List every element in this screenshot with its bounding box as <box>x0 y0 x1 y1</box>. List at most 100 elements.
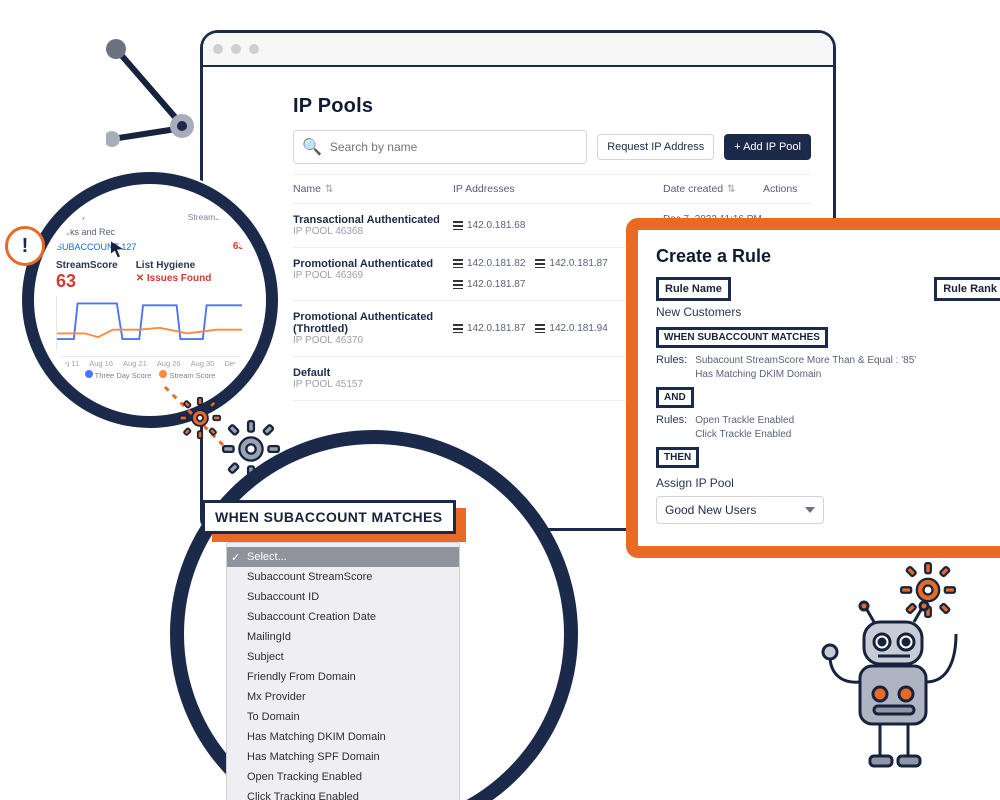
col-label: IP Addresses <box>453 183 515 195</box>
search-input[interactable] <box>328 139 578 155</box>
tick: Aug 11 <box>56 359 79 368</box>
dropdown-option[interactable]: Subaccount ID <box>227 587 459 607</box>
col-ip: IP Addresses <box>453 183 663 195</box>
subaccount-matches-label: WHEN SUBACCOUNT MATCHES <box>202 500 456 534</box>
col-label: Actions <box>763 183 797 195</box>
rule-values: New Customers 2 <box>656 305 1000 319</box>
dropdown-option[interactable]: Subaccount StreamScore <box>227 567 459 587</box>
rule-header-row: Rule Name Rule Rank <box>656 277 1000 301</box>
ip-text: 142.0.181.68 <box>467 220 525 231</box>
create-rule-panel: Create a Rule Rule Name Rule Rank New Cu… <box>626 218 1000 558</box>
server-icon <box>453 259 463 268</box>
row-name[interactable]: Default IP POOL 45157 <box>293 367 453 390</box>
when-chip: WHEN SUBACCOUNT MATCHES <box>656 327 828 348</box>
col-actions: Actions <box>763 183 813 195</box>
dropdown-option[interactable]: Select... <box>227 547 459 567</box>
add-ip-pool-button[interactable]: + Add IP Pool <box>724 134 811 160</box>
tick: Dec 1 <box>224 359 244 368</box>
rules-text: Open Trackle Enabled Click Trackle Enabl… <box>695 414 794 441</box>
mini-row: SUBACCOUNT 127 63 <box>56 241 244 252</box>
request-ip-button[interactable]: Request IP Address <box>597 134 714 160</box>
window-dot <box>249 44 259 54</box>
chevron-down-icon <box>805 507 815 513</box>
ip-text: 142.0.181.87 <box>549 258 607 269</box>
col-label: Date created <box>663 183 723 195</box>
mini-col: Name ▾ <box>56 212 85 223</box>
search[interactable]: 🔍 <box>293 130 587 164</box>
tick: Aug 21 <box>123 359 147 368</box>
x-icon: ✕ <box>136 273 144 284</box>
row-subtitle: IP POOL 46369 <box>293 270 453 281</box>
sort-icon: ⇅ <box>727 184 735 195</box>
and-chip: AND <box>656 387 694 408</box>
score-title: List Hygiene <box>136 260 212 271</box>
ip-text: 142.0.181.94 <box>549 323 607 334</box>
toolbar: 🔍 Request IP Address + Add IP Pool <box>293 130 811 164</box>
mini-col: StreamScore ▾ <box>188 212 244 223</box>
rules-block-1: Rules: Subacount StreamScore More Than &… <box>656 354 1000 381</box>
issues-text: Issues Found <box>147 273 211 284</box>
rule-line: Click Trackle Enabled <box>695 428 794 442</box>
rule-rank-chip: Rule Rank <box>934 277 1000 301</box>
dropdown-option[interactable]: To Domain <box>227 707 459 727</box>
mini-chart <box>56 296 244 357</box>
dropdown-option[interactable]: Has Matching SPF Domain <box>227 747 459 767</box>
page-title: IP Pools <box>293 95 811 118</box>
dropdown-option[interactable]: Subject <box>227 647 459 667</box>
tick: Aug 16 <box>89 359 113 368</box>
rule-name-chip: Rule Name <box>656 277 731 301</box>
mini-row: Parks and Rec <box>56 227 244 237</box>
analytics-lens: Name ▾ StreamScore ▾ Parks and Rec SUBAC… <box>22 172 278 428</box>
mini-header: Name ▾ StreamScore ▾ <box>56 212 244 223</box>
server-icon <box>453 221 463 230</box>
mini-label: Parks and Rec <box>56 227 115 237</box>
row-name[interactable]: Promotional Authenticated IP POOL 46369 <box>293 258 453 290</box>
streamscore: StreamScore 63 <box>56 260 118 292</box>
connector-dashes <box>160 382 230 452</box>
dropdown-option[interactable]: MailingId <box>227 627 459 647</box>
row-subtitle: IP POOL 46370 <box>293 335 453 346</box>
dropdown-option[interactable]: Has Matching DKIM Domain <box>227 727 459 747</box>
dropdown-option[interactable]: Friendly From Domain <box>227 667 459 687</box>
window-dot <box>231 44 241 54</box>
col-label: Name <box>293 183 321 195</box>
rule-title: Create a Rule <box>656 246 1000 267</box>
sort-icon: ⇅ <box>325 184 333 195</box>
dropdown-option[interactable]: Subaccount Creation Date <box>227 607 459 627</box>
dropdown-option[interactable]: Click Tracking Enabled <box>227 787 459 800</box>
dropdown-option[interactable]: Open Tracking Enabled <box>227 767 459 787</box>
legend-label: Three Day Score <box>95 371 152 380</box>
server-icon <box>453 324 463 333</box>
row-name[interactable]: Transactional Authenticated IP POOL 4636… <box>293 214 453 237</box>
table-header: Name ⇅ IP Addresses Date created ⇅ Actions <box>293 174 811 204</box>
row-name[interactable]: Promotional Authenticated (Throttled) IP… <box>293 311 453 346</box>
rule-line: Has Matching DKIM Domain <box>695 368 916 382</box>
row-title: Promotional Authenticated (Throttled) <box>293 311 453 335</box>
robot-illustration <box>808 586 978 786</box>
score-block: StreamScore 63 List Hygiene ✕ Issues Fou… <box>56 260 244 292</box>
alert-badge: ! <box>5 226 45 266</box>
tick: Aug 26 <box>157 359 181 368</box>
rules-text: Subacount StreamScore More Than & Equal … <box>695 354 916 381</box>
subaccount-matches-dropdown[interactable]: Select... Subaccount StreamScore Subacco… <box>226 542 460 800</box>
row-subtitle: IP POOL 46368 <box>293 226 453 237</box>
chart-legend: Three Day Score Stream Score <box>56 370 244 380</box>
ip-tag: 142.0.181.82 <box>453 258 525 269</box>
rule-line: Subacount StreamScore More Than & Equal … <box>695 354 916 368</box>
tick: Aug 30 <box>191 359 215 368</box>
rule-name-value: New Customers <box>656 305 741 319</box>
col-name[interactable]: Name ⇅ <box>293 183 453 195</box>
ip-tag: 142.0.181.87 <box>535 258 607 269</box>
ip-tag: 142.0.181.94 <box>535 311 607 346</box>
legend-swatch <box>159 370 167 378</box>
legend-label: Stream Score <box>169 371 215 380</box>
ip-pool-select[interactable]: Good New Users <box>656 496 824 524</box>
cursor-icon <box>108 240 126 258</box>
dropdown-option[interactable]: Mx Provider <box>227 687 459 707</box>
rules-block-2: Rules: Open Trackle Enabled Click Trackl… <box>656 414 1000 441</box>
server-icon <box>535 259 545 268</box>
col-date[interactable]: Date created ⇅ <box>663 183 763 195</box>
list-hygiene: List Hygiene ✕ Issues Found <box>136 260 212 284</box>
row-subtitle: IP POOL 45157 <box>293 379 453 390</box>
then-chip: THEN <box>656 447 699 468</box>
